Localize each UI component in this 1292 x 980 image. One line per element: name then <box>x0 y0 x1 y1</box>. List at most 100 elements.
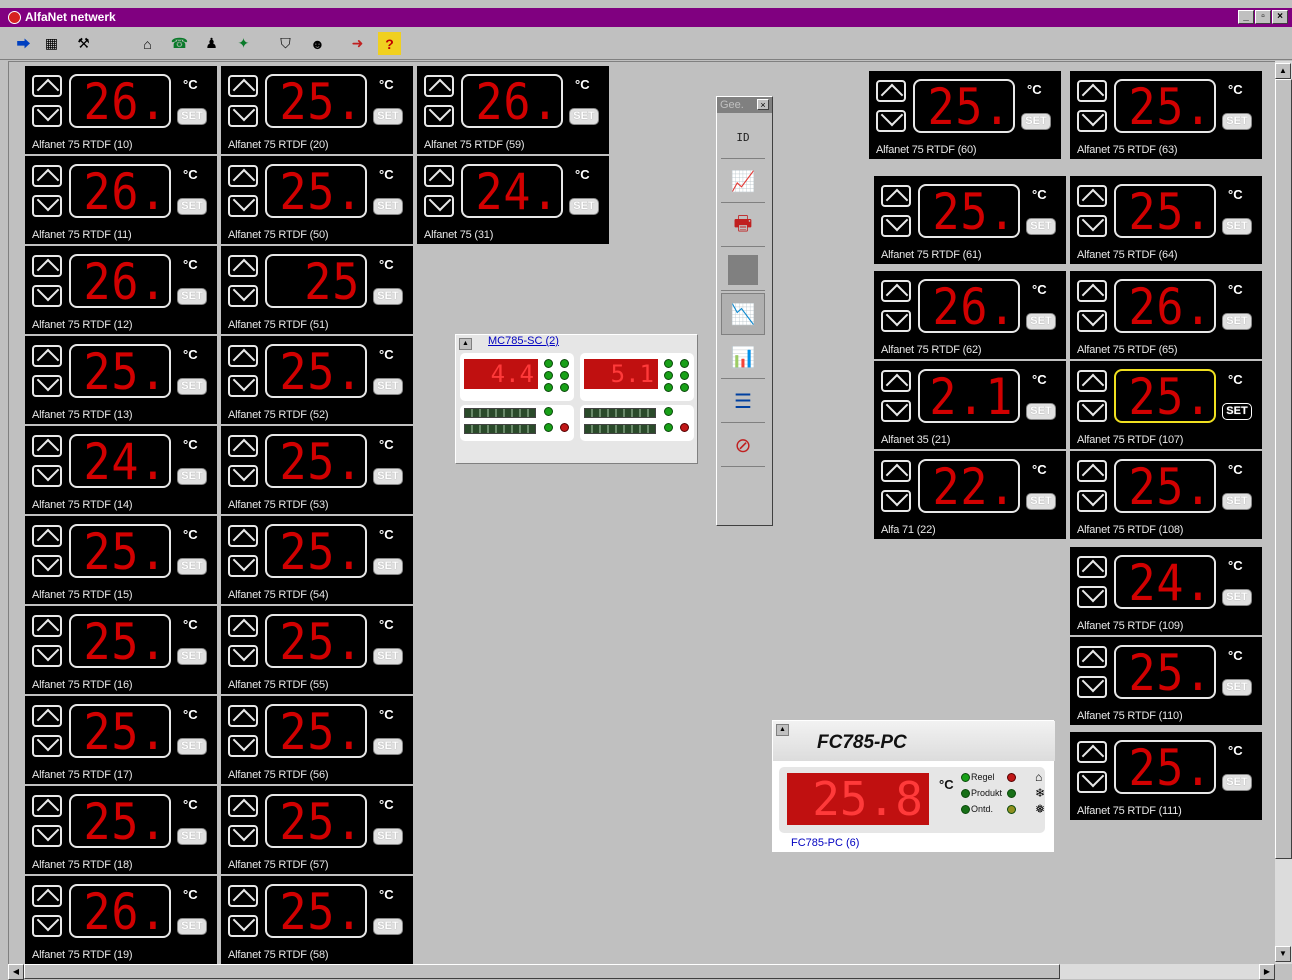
controller-panel[interactable]: 24.9 °C SET Alfanet 75 (31) <box>417 156 609 244</box>
arrow-down-button[interactable] <box>1077 110 1107 132</box>
arrow-down-button[interactable] <box>228 375 258 397</box>
controller-panel[interactable]: 25.7 °C SET Alfanet 75 RTDF (15) <box>25 516 217 604</box>
controller-panel[interactable]: 25.8 °C SET Alfanet 75 RTDF (53) <box>221 426 413 514</box>
arrow-up-button[interactable] <box>881 370 911 392</box>
set-button[interactable]: SET <box>177 378 207 395</box>
controller-panel[interactable]: 25.9 °C SET Alfanet 75 RTDF (110) <box>1070 637 1262 725</box>
controller-panel[interactable]: 22.9 °C SET Alfa 71 (22) <box>874 451 1066 539</box>
set-button[interactable]: SET <box>1026 493 1056 510</box>
controller-panel[interactable]: 25.2 °C SET Alfanet 75 RTDF (61) <box>874 176 1066 264</box>
arrow-up-button[interactable] <box>32 435 62 457</box>
arrow-down-button[interactable] <box>32 465 62 487</box>
set-button[interactable]: SET <box>1222 589 1252 606</box>
controller-panel[interactable]: 25.2 °C SET Alfanet 75 RTDF (16) <box>25 606 217 694</box>
arrow-down-button[interactable] <box>32 285 62 307</box>
set-button[interactable]: SET <box>177 468 207 485</box>
print-chart-icon[interactable]: 🖶 <box>721 205 765 247</box>
controller-panel[interactable]: 25.2 °C SET Alfanet 75 RTDF (54) <box>221 516 413 604</box>
arrow-down-button[interactable] <box>32 105 62 127</box>
arrow-down-button[interactable] <box>228 555 258 577</box>
arrow-down-button[interactable] <box>228 825 258 847</box>
set-button[interactable]: SET <box>1222 218 1252 235</box>
set-button[interactable]: SET <box>373 918 403 935</box>
arrow-up-button[interactable] <box>424 75 454 97</box>
chart-icon[interactable]: 📈 <box>721 161 765 203</box>
set-button[interactable]: SET <box>177 738 207 755</box>
set-button[interactable]: SET <box>1026 218 1056 235</box>
arrow-up-button[interactable] <box>1077 185 1107 207</box>
phone-icon[interactable]: ☎ <box>168 32 191 55</box>
arrow-up-button[interactable] <box>876 80 906 102</box>
controller-panel[interactable]: 2.1 °C SET Alfanet 35 (21) <box>874 361 1066 449</box>
arrow-up-button[interactable] <box>1077 556 1107 578</box>
arrow-down-button[interactable] <box>32 825 62 847</box>
arrow-up-button[interactable] <box>228 435 258 457</box>
controller-panel[interactable]: 25.5 °C SET Alfanet 75 RTDF (58) <box>221 876 413 964</box>
set-button[interactable]: SET <box>177 648 207 665</box>
set-button[interactable]: SET <box>373 468 403 485</box>
set-button[interactable]: SET <box>1026 403 1056 420</box>
exit-icon[interactable]: ⮕ <box>12 32 35 55</box>
controller-panel[interactable]: 25.4 °C SET Alfanet 75 RTDF (18) <box>25 786 217 874</box>
controller-panel[interactable]: 25.9 °C SET Alfanet 75 RTDF (20) <box>221 66 413 154</box>
arrow-up-button[interactable] <box>1077 741 1107 763</box>
arrow-up-button[interactable] <box>32 525 62 547</box>
arrow-up-button[interactable] <box>32 885 62 907</box>
set-button[interactable]: SET <box>1222 774 1252 791</box>
controller-panel[interactable]: 24.9 °C SET Alfanet 75 RTDF (14) <box>25 426 217 514</box>
arrow-up-button[interactable] <box>228 705 258 727</box>
fan-icon[interactable]: ⌂ <box>136 32 159 55</box>
hscroll-thumb[interactable] <box>24 964 1060 979</box>
controller-panel[interactable]: 26.2 °C SET Alfanet 75 RTDF (65) <box>1070 271 1262 359</box>
controller-panel[interactable]: 25.8 °C SET Alfanet 75 RTDF (52) <box>221 336 413 424</box>
close-button[interactable]: × <box>1272 10 1288 24</box>
scroll-thumb[interactable] <box>1275 79 1292 859</box>
arrow-up-button[interactable] <box>228 525 258 547</box>
arrow-down-button[interactable] <box>1077 400 1107 422</box>
controller-panel[interactable]: 25.5 °C SET Alfanet 75 RTDF (56) <box>221 696 413 784</box>
arrow-down-button[interactable] <box>32 375 62 397</box>
set-button[interactable]: SET <box>373 558 403 575</box>
user-icon[interactable]: ☻ <box>306 32 329 55</box>
toolbar-close-button[interactable]: × <box>757 99 769 110</box>
set-button[interactable]: SET <box>1222 679 1252 696</box>
controller-panel[interactable]: 25.0 °C SET Alfanet 75 RTDF (107) <box>1070 361 1262 449</box>
arrow-down-button[interactable] <box>228 735 258 757</box>
controller-panel[interactable]: 25.6 °C SET Alfanet 75 RTDF (108) <box>1070 451 1262 539</box>
id-icon[interactable]: ID <box>721 117 765 159</box>
arrow-down-button[interactable] <box>228 195 258 217</box>
arrow-down-button[interactable] <box>32 915 62 937</box>
arrow-up-button[interactable] <box>32 345 62 367</box>
controller-panel[interactable]: 26.1 °C SET Alfanet 75 RTDF (62) <box>874 271 1066 359</box>
tools-icon[interactable]: ⚒ <box>72 32 95 55</box>
arrow-down-button[interactable] <box>32 555 62 577</box>
collapse-button[interactable]: ▲ <box>776 724 789 736</box>
arrow-up-button[interactable] <box>228 615 258 637</box>
mc785-panel[interactable]: ▲ MC785-SC (2) 4.4 5.1 <box>455 334 698 464</box>
arrow-up-button[interactable] <box>228 165 258 187</box>
collapse-button[interactable]: ▲ <box>459 338 472 350</box>
set-button[interactable]: SET <box>373 198 403 215</box>
scroll-right-button[interactable]: ▶ <box>1259 964 1275 980</box>
arrow-up-button[interactable] <box>228 885 258 907</box>
fc785-link[interactable]: FC785-PC (6) <box>791 837 859 849</box>
arrow-down-button[interactable] <box>32 195 62 217</box>
controller-panel[interactable]: 25.4 °C SET Alfanet 75 RTDF (13) <box>25 336 217 424</box>
set-button[interactable]: SET <box>569 108 599 125</box>
scroll-up-button[interactable]: ▲ <box>1275 63 1291 79</box>
fc785-panel[interactable]: ▲ FC785-PC 25.8 °C Regel Produkt Ontd. ⌂ ❄ ❅ FC785… <box>772 720 1055 852</box>
mc785-link[interactable]: MC785-SC (2) <box>488 335 559 347</box>
arrow-down-button[interactable] <box>228 645 258 667</box>
controller-panel[interactable]: 25.0 °C SET Alfanet 75 RTDF (63) <box>1070 71 1262 159</box>
scroll-left-button[interactable]: ◀ <box>8 964 24 980</box>
arrow-up-button[interactable] <box>1077 80 1107 102</box>
arrow-down-button[interactable] <box>228 915 258 937</box>
controller-panel[interactable]: 26.0 °C SET Alfanet 75 RTDF (19) <box>25 876 217 964</box>
arrow-down-button[interactable] <box>228 105 258 127</box>
horizontal-scrollbar[interactable]: ◀ ▶ <box>8 964 1275 980</box>
arrow-down-button[interactable] <box>1077 490 1107 512</box>
set-button[interactable]: SET <box>373 108 403 125</box>
arrow-up-button[interactable] <box>228 795 258 817</box>
help-icon[interactable]: ? <box>378 32 401 55</box>
arrow-up-button[interactable] <box>1077 280 1107 302</box>
